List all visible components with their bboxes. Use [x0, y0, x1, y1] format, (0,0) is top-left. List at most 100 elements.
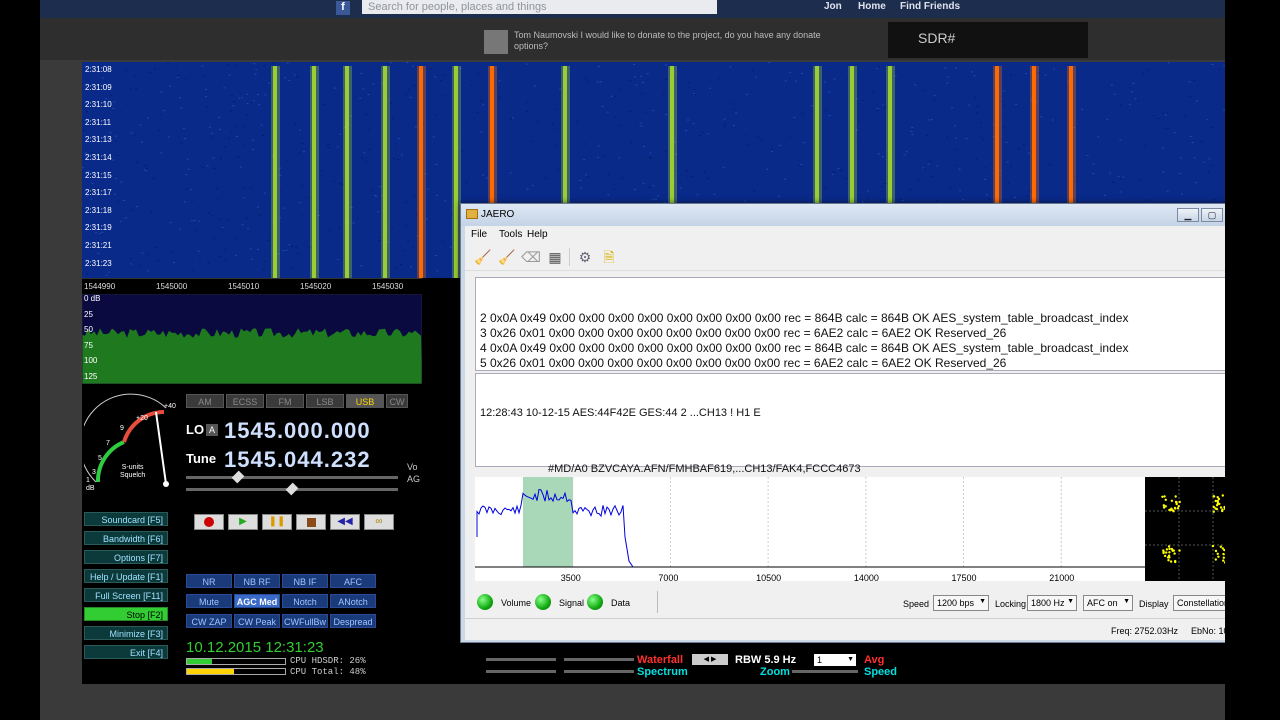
rbw-label: RBW 5.9 Hz [735, 654, 797, 666]
side-button[interactable]: Minimize [F3] [84, 626, 168, 640]
waterfall-slider-2[interactable] [564, 658, 634, 661]
volume-slider[interactable] [186, 476, 398, 479]
cpu-total-fill [187, 669, 235, 674]
maximize-button[interactable]: ▢ [1201, 208, 1223, 222]
menu-tools[interactable]: Tools [499, 229, 522, 240]
cpu-hdsdr-fill [187, 659, 213, 664]
waterfall-time: 2:31:23 [85, 258, 112, 268]
gear-icon[interactable]: ⚙ [575, 247, 595, 267]
broom-icon[interactable]: 🧹 [473, 247, 493, 267]
play-button[interactable]: ▶ [228, 514, 258, 530]
broom-icon[interactable]: 🧹 [497, 247, 517, 267]
locking-select[interactable]: 1800 Hz ▼ [1027, 595, 1077, 611]
side-button[interactable]: Bandwidth [F6] [84, 531, 168, 545]
document-icon[interactable]: 🗎 [599, 247, 619, 267]
minimize-icon: ▁ [1184, 210, 1192, 220]
facebook-home[interactable]: Home [858, 1, 886, 12]
avg-label: Avg [864, 654, 885, 666]
display-value: Constellation [1177, 598, 1225, 608]
waterfall-slider-1[interactable] [486, 658, 556, 661]
decode-log-line: 4 0x0A 0x49 0x00 0x00 0x00 0x00 0x00 0x0… [480, 341, 1129, 355]
message-line-1: 12:28:43 10-12-15 AES:44F42E GES:44 2 ..… [480, 407, 761, 419]
minimize-button[interactable]: ▁ [1177, 208, 1199, 222]
record-icon [204, 517, 214, 527]
constellation-point [1175, 502, 1178, 506]
speed-select[interactable]: 1200 bps ▼ [933, 595, 989, 611]
stop-tape-button[interactable] [296, 514, 326, 530]
eraser-icon[interactable]: ⌫ [521, 247, 541, 267]
dsp-button[interactable]: NB RF [234, 574, 280, 588]
constellation-point [1171, 509, 1174, 512]
frequency-tick: 1544990 [84, 282, 116, 291]
record-button[interactable] [194, 514, 224, 530]
lo-a-button[interactable]: A [206, 424, 218, 436]
dsp-button[interactable]: Notch [282, 594, 328, 608]
mode-button-fm[interactable]: FM [266, 394, 304, 408]
dsp-button[interactable]: AFC [330, 574, 376, 588]
spectrum-slider-1[interactable] [486, 670, 556, 673]
mode-button-usb[interactable]: USB [346, 394, 384, 408]
side-button[interactable]: Soundcard [F5] [84, 512, 168, 526]
speed-slider[interactable] [792, 670, 858, 673]
pause-button[interactable]: ❚❚ [262, 514, 292, 530]
jaero-titlebar[interactable]: JAERO ▁ ▢ ✕ [461, 204, 1225, 226]
waterfall-arrows[interactable]: ◀ ▶ [692, 654, 728, 665]
menu-help[interactable]: Help [527, 229, 548, 240]
dsp-button[interactable]: NB IF [282, 574, 328, 588]
constellation-point [1222, 556, 1225, 559]
waterfall-time: 2:31:13 [85, 135, 112, 145]
mode-button-am[interactable]: AM [186, 394, 224, 408]
rewind-button[interactable]: ◀◀ [330, 514, 360, 530]
dsp-button[interactable]: Mute [186, 594, 232, 608]
decode-log-lines: 2 0x0A 0x49 0x00 0x00 0x00 0x00 0x00 0x0… [480, 311, 1225, 371]
dsp-button[interactable]: ANotch [330, 594, 376, 608]
lo-frequency[interactable]: 1545.000.000 [224, 418, 371, 444]
jaero-body: 2 0x0A 0x49 0x00 0x00 0x00 0x00 0x00 0x0… [465, 271, 1225, 640]
side-button[interactable]: Stop [F2] [84, 607, 168, 621]
svg-text:9: 9 [120, 425, 124, 432]
side-button[interactable]: Full Screen [F11] [84, 588, 168, 602]
constellation-point [1214, 558, 1217, 561]
spectrum-canvas [82, 294, 422, 384]
facebook-find-friends[interactable]: Find Friends [900, 1, 960, 12]
agc-slider-thumb[interactable] [285, 482, 299, 496]
svg-text:+40: +40 [164, 403, 176, 410]
message-log[interactable]: 12:28:43 10-12-15 AES:44F42E GES:44 2 ..… [475, 373, 1225, 475]
spectrum-slider-2[interactable] [564, 670, 634, 673]
chevron-down-icon: ▼ [1123, 598, 1130, 605]
frequency-tick: 1545020 [300, 282, 332, 291]
decode-log-line: 3 0x26 0x01 0x00 0x00 0x00 0x00 0x00 0x0… [480, 326, 1007, 340]
afc-select[interactable]: AFC on ▼ [1083, 595, 1133, 611]
dsp-button[interactable]: CWFullBw [282, 614, 328, 628]
dsp-button[interactable]: NR [186, 574, 232, 588]
decode-log[interactable]: 2 0x0A 0x49 0x00 0x00 0x00 0x00 0x00 0x0… [475, 277, 1225, 371]
dsp-button[interactable]: Despread [330, 614, 376, 628]
desktop-screen: f Search for people, places and things J… [40, 0, 1225, 720]
menu-file[interactable]: File [471, 229, 487, 240]
mode-button-ecss[interactable]: ECSS [226, 394, 264, 408]
dsp-button[interactable]: CW ZAP [186, 614, 232, 628]
spectrum-display[interactable]: 0 dB 25 50 75 100 125 [82, 294, 422, 384]
side-button[interactable]: Options [F7] [84, 550, 168, 564]
side-button[interactable]: Help / Update [F1] [84, 569, 168, 583]
loop-button[interactable]: ∞ [364, 514, 394, 530]
avg-select[interactable]: 1 ▼ [814, 654, 856, 666]
constellation-point [1169, 508, 1172, 512]
grid-icon[interactable]: ▦ [545, 247, 565, 267]
dsp-button[interactable]: CW Peak [234, 614, 280, 628]
facebook-user[interactable]: Jon [824, 1, 842, 12]
mode-button-cw[interactable]: CW [386, 394, 408, 408]
cpu-total-bar [186, 668, 286, 675]
pause-icon: ❚❚ [268, 516, 286, 527]
facebook-search-input[interactable]: Search for people, places and things [362, 0, 717, 14]
s-meter: +40 +20 9 7 5 3 1 dB [84, 393, 176, 492]
display-select[interactable]: Constellation▼ [1173, 595, 1225, 611]
volume-label: Vo [407, 462, 418, 472]
mode-button-lsb[interactable]: LSB [306, 394, 344, 408]
side-button[interactable]: Exit [F4] [84, 645, 168, 659]
dsp-button[interactable]: AGC Med [234, 594, 280, 608]
sdr-banner: SDR# [888, 22, 1088, 58]
facebook-message: Tom Naumovski I would like to donate to … [514, 30, 821, 51]
tune-frequency[interactable]: 1545.044.232 [224, 447, 371, 473]
frequency-tick: 1545030 [372, 282, 404, 291]
